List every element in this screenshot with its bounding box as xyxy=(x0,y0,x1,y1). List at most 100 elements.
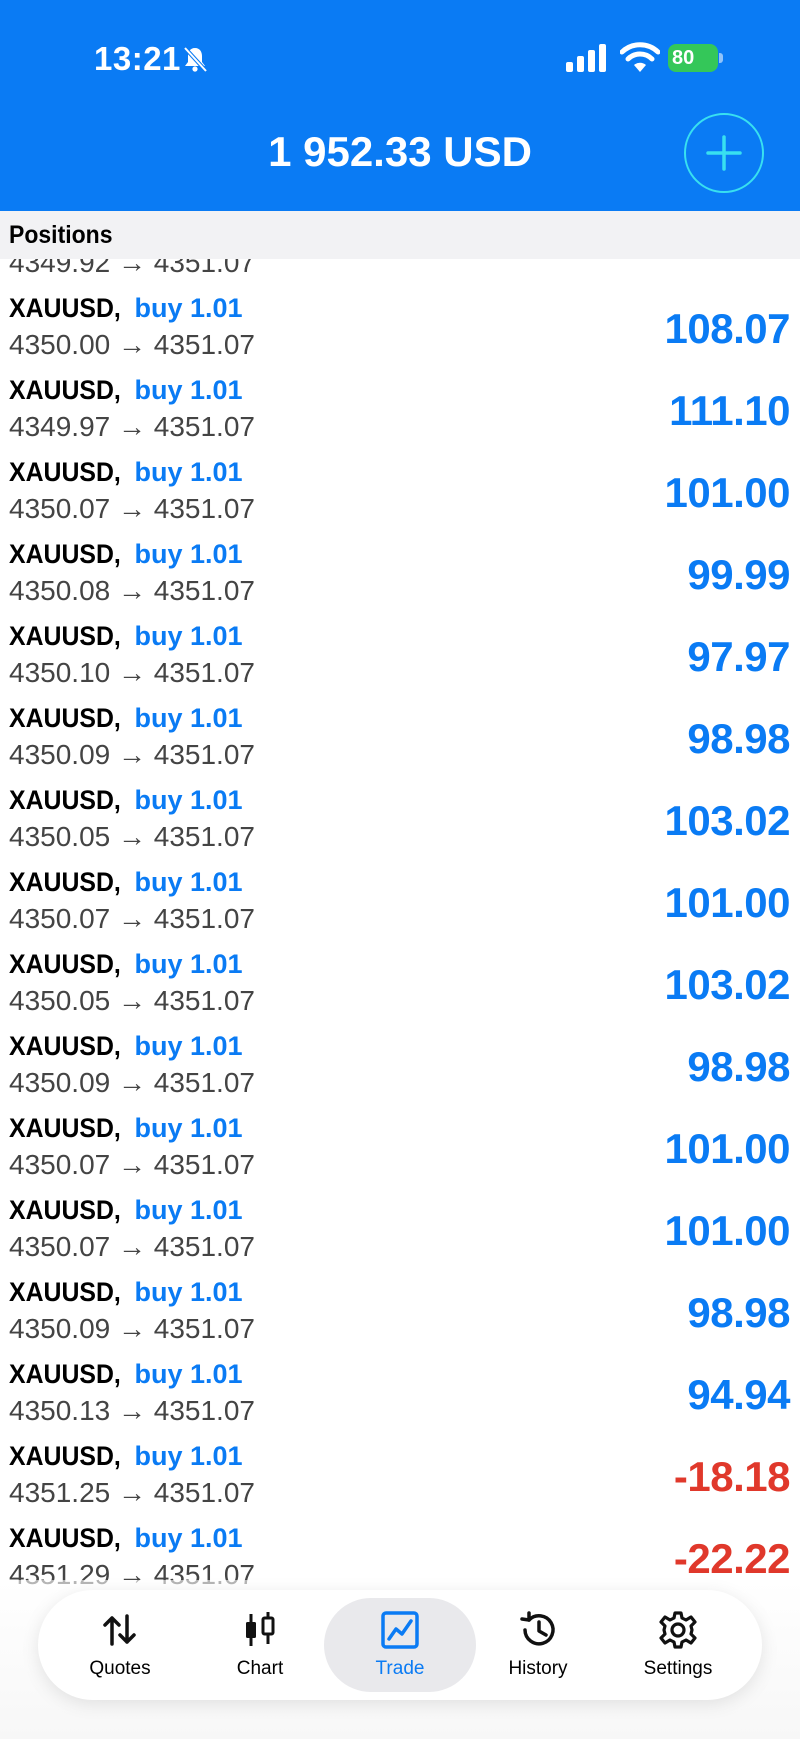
position-profit: -18.18 xyxy=(673,1453,791,1500)
position-symbol: XAUUSD, xyxy=(9,949,121,979)
position-symbol: XAUUSD, xyxy=(9,539,121,569)
position-symbol: XAUUSD, xyxy=(9,785,121,815)
position-side: buy 1.01 xyxy=(134,1195,243,1225)
position-side: buy 1.01 xyxy=(134,293,243,323)
position-profit: 111.10 xyxy=(669,387,790,434)
position-row[interactable]: XAUUSD, buy 1.01 4350.07 → 4351.07 101.00 xyxy=(0,1187,800,1269)
position-symbol: XAUUSD, xyxy=(9,1277,121,1307)
position-prices: 4350.05 → 4351.07 xyxy=(9,985,255,1016)
position-symbol: XAUUSD, xyxy=(9,1195,121,1225)
position-row[interactable]: XAUUSD, buy 1.01 4350.07 → 4351.07 101.00 xyxy=(0,859,800,941)
history-clock-icon xyxy=(520,1611,555,1646)
position-side: buy 1.01 xyxy=(134,457,243,487)
position-row[interactable]: XAUUSD, buy 1.01 4350.05 → 4351.07 103.02 xyxy=(0,777,800,859)
battery-percent: 80 xyxy=(672,47,695,69)
position-symbol: XAUUSD, xyxy=(9,375,121,405)
position-side: buy 1.01 xyxy=(134,375,243,405)
position-symbol: XAUUSD, xyxy=(9,703,121,733)
position-prices: 4350.08 → 4351.07 xyxy=(9,575,255,606)
wifi-icon xyxy=(620,42,660,72)
bottom-tab-bar: Quotes Chart Trade History Settings xyxy=(38,1590,762,1700)
position-row[interactable]: XAUUSD, buy 1.01 4350.00 → 4351.07 108.07 xyxy=(0,285,800,367)
position-row[interactable]: XAUUSD, buy 1.01 4350.10 → 4351.07 97.97 xyxy=(0,613,800,695)
position-profit: 108.07 xyxy=(664,305,791,352)
position-profit: -22.22 xyxy=(673,1535,791,1582)
position-prices: 4350.00 → 4351.07 xyxy=(9,329,255,360)
status-time: 13:21 xyxy=(94,40,181,77)
position-side: buy 1.01 xyxy=(134,1277,243,1307)
position-symbol: XAUUSD, xyxy=(9,293,121,323)
position-profit: 101.00 xyxy=(664,1125,791,1172)
position-row[interactable]: XAUUSD, buy 1.01 4350.09 → 4351.07 98.98 xyxy=(0,1269,800,1351)
position-row[interactable]: XAUUSD, buy 1.01 4350.07 → 4351.07 101.00 xyxy=(0,1105,800,1187)
new-order-button[interactable] xyxy=(684,113,764,193)
section-title: Positions xyxy=(9,221,113,249)
position-symbol: XAUUSD, xyxy=(9,1113,121,1143)
position-symbol: XAUUSD, xyxy=(9,1523,121,1553)
position-symbol: XAUUSD, xyxy=(9,1031,121,1061)
position-symbol: XAUUSD, xyxy=(9,457,121,487)
position-prices: 4350.07 → 4351.07 xyxy=(9,493,255,524)
position-row[interactable]: XAUUSD, buy 1.01 4351.25 → 4351.07 -18.18 xyxy=(0,1433,800,1515)
tab-history[interactable]: History xyxy=(468,1598,608,1692)
position-row[interactable]: XAUUSD, buy 1.01 4350.05 → 4351.07 103.02 xyxy=(0,941,800,1023)
position-prices: 4350.09 → 4351.07 xyxy=(9,1067,255,1098)
position-symbol: XAUUSD, xyxy=(9,867,121,897)
position-prices: 4350.09 → 4351.07 xyxy=(9,1313,255,1344)
position-row[interactable]: XAUUSD, buy 1.01 4350.13 → 4351.07 94.94 xyxy=(0,1351,800,1433)
bell-muted-icon xyxy=(183,46,208,73)
tab-label: History xyxy=(508,1658,568,1679)
position-prices: 4349.97 → 4351.07 xyxy=(9,411,255,442)
candlestick-chart-icon xyxy=(246,1612,275,1646)
tab-label: Chart xyxy=(236,1658,284,1679)
position-prices: 4350.07 → 4351.07 xyxy=(9,903,255,934)
position-profit: 101.00 xyxy=(664,469,791,516)
position-row[interactable]: XAUUSD, buy 1.01 4350.07 → 4351.07 101.00 xyxy=(0,449,800,531)
tab-trade[interactable]: Trade xyxy=(324,1598,476,1692)
position-profit: 97.97 xyxy=(687,633,790,680)
battery-indicator: 80 xyxy=(668,44,724,72)
position-symbol: XAUUSD, xyxy=(9,1359,121,1389)
position-row[interactable]: XAUUSD, buy 1.01 4349.97 → 4351.07 111.10 xyxy=(0,367,800,449)
plus-icon xyxy=(706,135,742,171)
position-prices: 4349.92 → 4351.07 xyxy=(9,259,255,278)
position-side: buy 1.01 xyxy=(134,785,243,815)
tab-settings[interactable]: Settings xyxy=(608,1598,748,1692)
position-profit: 98.98 xyxy=(687,1043,790,1090)
position-symbol: XAUUSD, xyxy=(9,621,121,651)
positions-section-header: Positions xyxy=(0,211,800,259)
position-row[interactable]: XAUUSD, buy 1.01 4350.08 → 4351.07 99.99 xyxy=(0,531,800,613)
position-symbol: XAUUSD, xyxy=(9,1441,121,1471)
gear-icon xyxy=(659,1611,697,1649)
status-bar: 13:21 80 xyxy=(0,0,800,110)
position-row[interactable]: XAUUSD, buy 1.01 4350.09 → 4351.07 98.98 xyxy=(0,1023,800,1105)
position-row-partial[interactable]: 4349.92 → 4351.07 xyxy=(0,259,800,285)
position-side: buy 1.01 xyxy=(134,1031,243,1061)
position-profit: 94.94 xyxy=(687,1371,790,1418)
position-profit: 103.02 xyxy=(664,961,791,1008)
quotes-arrows-icon xyxy=(103,1614,136,1646)
position-profit: 98.98 xyxy=(687,1289,790,1336)
tab-label: Settings xyxy=(643,1658,713,1679)
position-side: buy 1.01 xyxy=(134,1441,243,1471)
position-side: buy 1.01 xyxy=(134,703,243,733)
position-prices: 4350.13 → 4351.07 xyxy=(9,1395,255,1426)
position-profit: 103.02 xyxy=(664,797,791,844)
position-side: buy 1.01 xyxy=(134,621,243,651)
positions-list[interactable]: 4349.92 → 4351.07 XAUUSD, buy 1.01 4350.0… xyxy=(0,259,800,1595)
position-prices: 4350.07 → 4351.07 xyxy=(9,1149,255,1180)
position-prices: 4350.10 → 4351.07 xyxy=(9,657,255,688)
tab-quotes[interactable]: Quotes xyxy=(50,1598,190,1692)
account-balance: 1 952.33 USD xyxy=(268,128,532,175)
position-prices: 4350.05 → 4351.07 xyxy=(9,821,255,852)
position-prices: 4350.07 → 4351.07 xyxy=(9,1231,255,1262)
trade-chart-icon xyxy=(381,1611,419,1649)
position-prices: 4350.09 → 4351.07 xyxy=(9,739,255,770)
position-profit: 101.00 xyxy=(664,879,791,926)
position-profit: 101.00 xyxy=(664,1207,791,1254)
tab-label: Quotes xyxy=(89,1658,151,1679)
position-row[interactable]: XAUUSD, buy 1.01 4350.09 → 4351.07 98.98 xyxy=(0,695,800,777)
tab-label: Trade xyxy=(375,1658,425,1679)
tab-chart[interactable]: Chart xyxy=(190,1598,330,1692)
position-side: buy 1.01 xyxy=(134,949,243,979)
